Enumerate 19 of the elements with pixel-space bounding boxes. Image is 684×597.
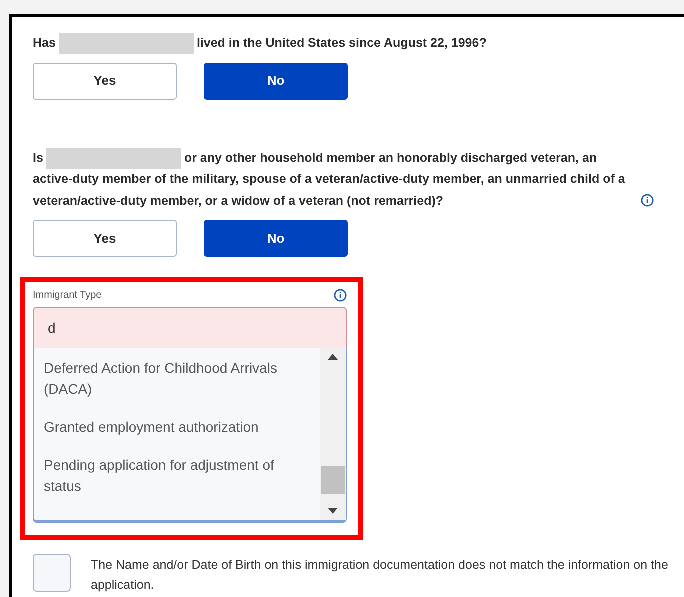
- answer-button[interactable]: No: [204, 62, 348, 100]
- checkbox-label: The Name and/or Date of Birth on this immigration documentation does not match the information on the application.: [91, 557, 670, 594]
- answer-button[interactable]: Yes: [33, 62, 177, 100]
- answer-button[interactable]: Yes: [33, 220, 177, 257]
- scroll-down-icon[interactable]: [328, 508, 338, 514]
- question-text: Has lived in the United States since August 22, 1996?: [33, 33, 487, 54]
- dropdown-option[interactable]: Deferred Action for Childhood Arrivals (DACA): [34, 355, 299, 414]
- scrollbar[interactable]: [320, 348, 346, 520]
- scroll-thumb[interactable]: [321, 466, 345, 494]
- answer-button[interactable]: No: [204, 220, 348, 257]
- info-icon[interactable]: [641, 194, 654, 207]
- question-text: Is or any other household member an honorably discharged veteran, an active-duty member of the military, spouse of a veteran/active-duty member, an unmarried child of a veteran/active-duty member, or a widow of a veteran (not remarried)?: [33, 148, 633, 212]
- info-icon[interactable]: [334, 289, 347, 302]
- scroll-up-icon[interactable]: [328, 354, 338, 360]
- input-field[interactable]: d: [33, 307, 347, 348]
- dropdown-option[interactable]: Granted employment authorization: [34, 414, 299, 452]
- field-label: Immigrant Type: [33, 289, 102, 303]
- checkbox[interactable]: [33, 554, 71, 592]
- dropdown-option[interactable]: Pending application for adjustment of status: [34, 452, 299, 511]
